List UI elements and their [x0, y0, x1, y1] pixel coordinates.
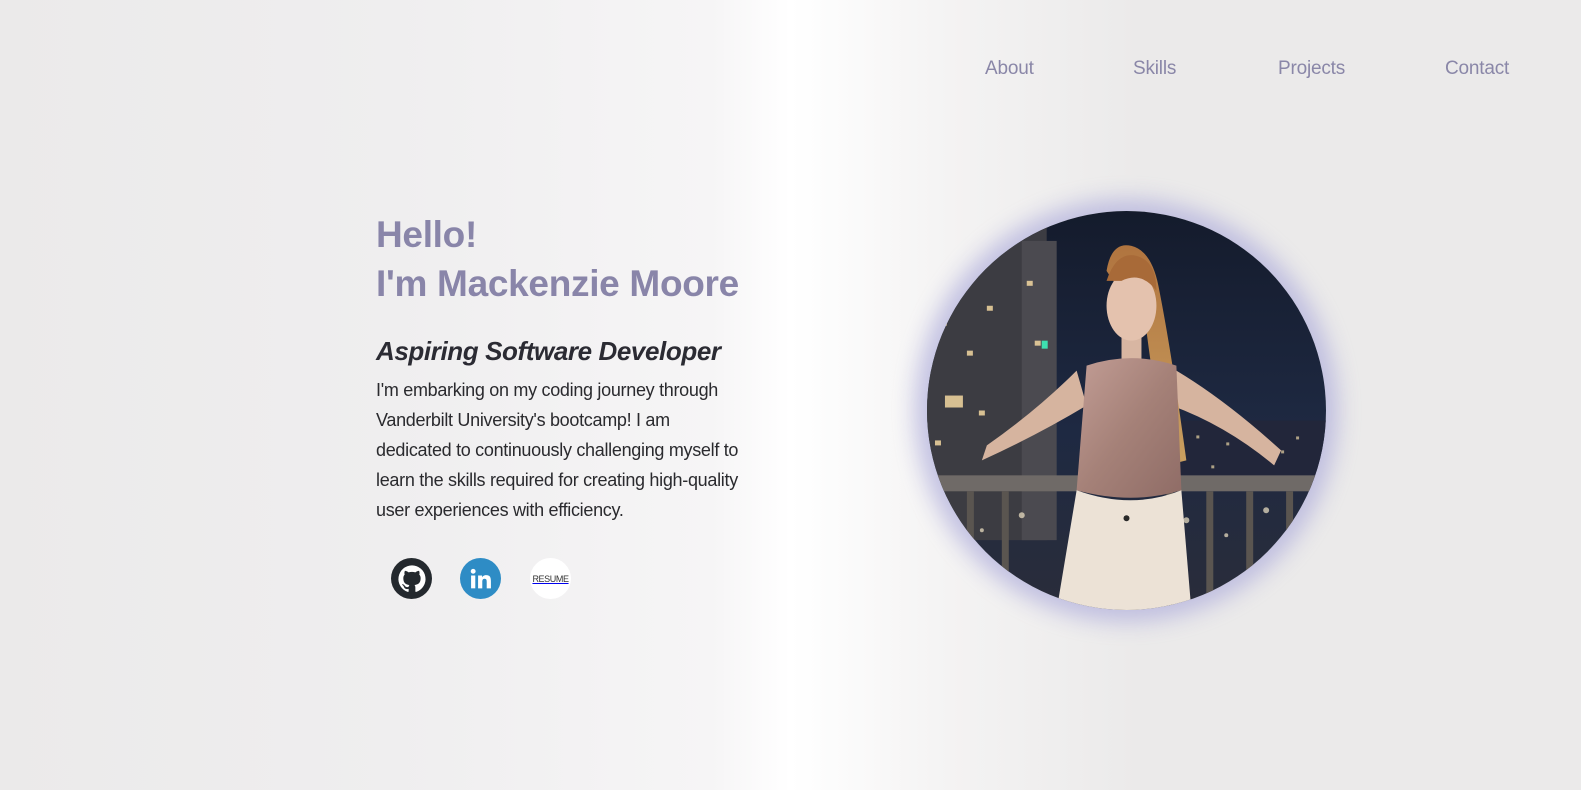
linkedin-icon: [470, 568, 491, 588]
resume-link[interactable]: RESUME: [530, 558, 571, 599]
role-title: Aspiring Software Developer: [376, 336, 721, 366]
github-icon: [394, 561, 429, 596]
bio-text: I'm embarking on my coding journey throu…: [376, 380, 739, 520]
resume-label: RESUME: [532, 573, 569, 584]
profile-photo-image: [927, 211, 1326, 610]
linkedin-link[interactable]: [460, 558, 501, 599]
hero-intro: Hello! I'm Mackenzie Moore Aspiring Soft…: [376, 210, 756, 525]
greeting-line-2: I'm Mackenzie Moore: [376, 263, 739, 304]
nav-contact[interactable]: Contact: [1445, 58, 1509, 80]
greeting-line-1: Hello!: [376, 214, 477, 255]
nav-about[interactable]: About: [985, 58, 1034, 80]
hero-heading: Hello! I'm Mackenzie Moore: [376, 210, 756, 308]
top-nav: About Skills Projects Contact: [0, 58, 1581, 88]
nav-projects[interactable]: Projects: [1278, 58, 1345, 80]
profile-photo: [927, 211, 1326, 610]
github-link[interactable]: [391, 558, 432, 599]
nav-skills[interactable]: Skills: [1133, 58, 1176, 80]
